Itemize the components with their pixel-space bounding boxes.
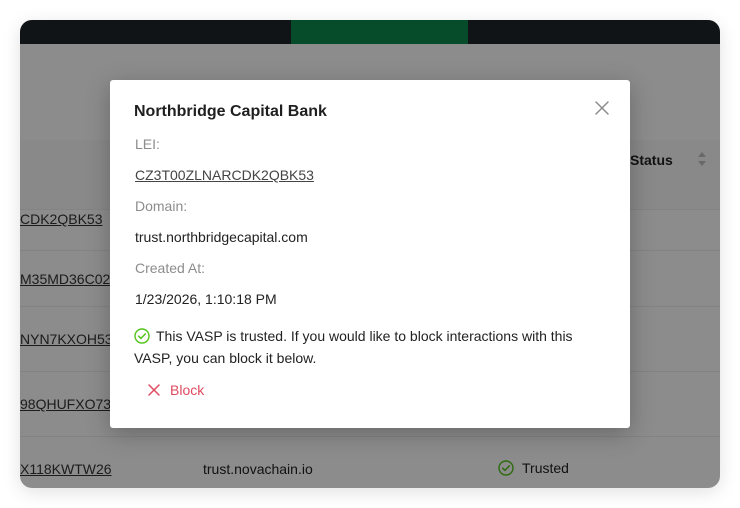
lei-label: LEI: — [135, 136, 160, 152]
vasp-detail-modal: Northbridge Capital Bank LEI: CZ3T00ZLNA… — [110, 80, 630, 428]
check-circle-icon — [134, 328, 150, 344]
created-at-value: 1/23/2026, 1:10:18 PM — [135, 291, 277, 307]
domain-label: Domain: — [135, 198, 188, 214]
block-button-label: Block — [170, 382, 205, 398]
trusted-notice-text: This VASP is trusted. If you would like … — [134, 328, 573, 366]
lei-value-link[interactable]: CZ3T00ZLNARCDK2QBK53 — [135, 167, 314, 183]
block-button[interactable]: Block — [148, 382, 204, 398]
close-icon[interactable] — [593, 99, 611, 117]
trusted-notice: This VASP is trusted. If you would like … — [134, 325, 604, 369]
domain-value: trust.northbridgecapital.com — [135, 229, 308, 245]
modal-title: Northbridge Capital Bank — [134, 103, 327, 120]
created-at-label: Created At: — [135, 260, 206, 276]
close-icon — [148, 384, 160, 396]
